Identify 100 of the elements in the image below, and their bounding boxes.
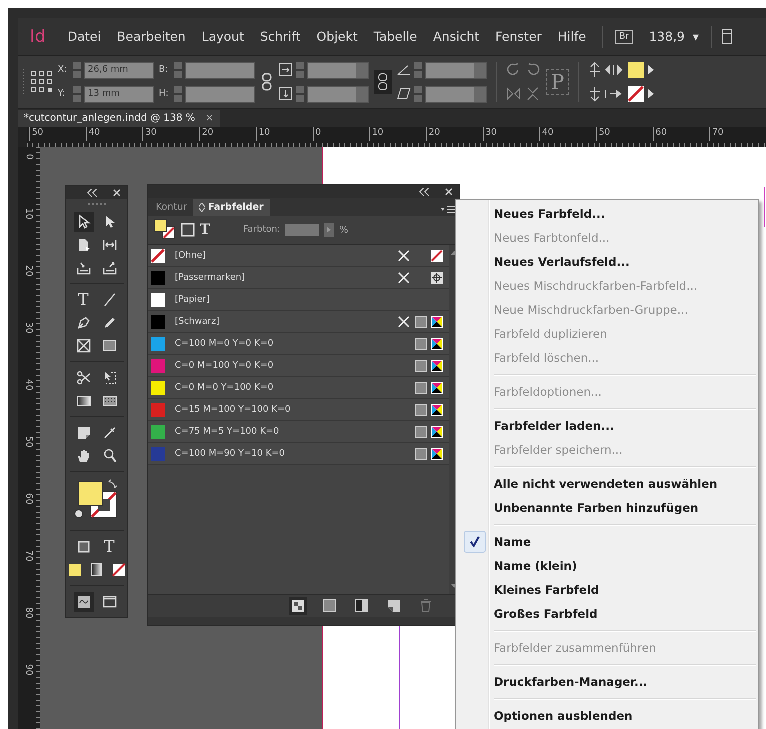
ruler-number: 80 bbox=[23, 607, 35, 619]
ruler-number: 40 bbox=[86, 127, 142, 141]
cmyk-icon bbox=[431, 448, 443, 460]
width-field[interactable] bbox=[185, 62, 255, 78]
menu-item[interactable]: Ansicht bbox=[425, 29, 488, 44]
fill-swatch-icon[interactable] bbox=[628, 62, 644, 78]
small-none-swatch-icon[interactable] bbox=[110, 562, 126, 578]
x-field[interactable]: 26,6 mm bbox=[84, 62, 154, 78]
menu-item[interactable]: Name bbox=[456, 530, 758, 554]
distribute-icon[interactable] bbox=[605, 63, 624, 77]
menu-item[interactable]: Druckfarben-Manager... bbox=[456, 670, 758, 694]
close-tab-button[interactable]: × bbox=[205, 110, 214, 127]
constrain-proportions-button[interactable] bbox=[374, 70, 392, 94]
new-swatch-icon[interactable] bbox=[385, 597, 403, 615]
scale-y-dropdown[interactable] bbox=[307, 86, 369, 102]
cmyk-icon bbox=[431, 338, 443, 350]
flip-vertical-icon[interactable] bbox=[525, 86, 541, 102]
ruler-number: 50 bbox=[29, 127, 86, 141]
close-icon[interactable] bbox=[113, 188, 121, 196]
small-fill-swatch-icon[interactable] bbox=[66, 562, 82, 578]
menu-item[interactable]: Optionen ausblenden bbox=[456, 704, 758, 728]
menu-item[interactable]: Unbenannte Farben hinzufügen bbox=[456, 496, 758, 520]
type-tool[interactable]: T bbox=[74, 290, 94, 310]
shear-dropdown[interactable] bbox=[425, 86, 487, 102]
ruler-number: 0 bbox=[23, 154, 35, 160]
ruler-number: 20 bbox=[199, 127, 256, 141]
scale-x-dropdown[interactable] bbox=[307, 62, 369, 78]
x-label: X: bbox=[58, 65, 68, 75]
menu-item[interactable]: Bearbeiten bbox=[109, 29, 194, 44]
swatch-name: [Schwarz] bbox=[175, 316, 220, 326]
text-toggle-button[interactable]: T bbox=[200, 222, 210, 238]
rotation-dropdown[interactable] bbox=[425, 62, 487, 78]
height-field[interactable] bbox=[185, 86, 255, 102]
menu-item[interactable]: Datei bbox=[60, 29, 110, 44]
percent-sign: % bbox=[339, 224, 349, 236]
document-tab[interactable]: *cutcontur_anlegen.indd @ 138 % × bbox=[18, 110, 220, 127]
align-top-icon[interactable] bbox=[588, 62, 602, 78]
process-color-icon bbox=[415, 360, 427, 372]
caret-icon[interactable] bbox=[647, 64, 656, 76]
height-label: H: bbox=[159, 89, 170, 99]
process-color-icon bbox=[415, 426, 427, 438]
ruler-number: 10 bbox=[369, 127, 426, 141]
process-color-icon bbox=[415, 338, 427, 350]
swatch-name: C=15 M=100 Y=100 K=0 bbox=[175, 404, 291, 414]
menu-item[interactable]: Name (klein) bbox=[456, 554, 758, 578]
ruler-number: 10 bbox=[256, 127, 312, 141]
ruler-number: 30 bbox=[142, 127, 200, 141]
small-gradient-icon[interactable] bbox=[88, 562, 104, 578]
menu-item[interactable]: Tabelle bbox=[366, 29, 426, 44]
close-icon[interactable] bbox=[445, 188, 453, 196]
menu-item[interactable]: Kleines Farbfeld bbox=[456, 578, 758, 602]
stroke-none-swatch-icon[interactable] bbox=[628, 86, 644, 102]
layout-icon[interactable] bbox=[722, 28, 732, 44]
tint-label: Farbton: bbox=[243, 225, 280, 235]
formatting-text-button[interactable]: T bbox=[100, 536, 120, 556]
chain-link-icon[interactable] bbox=[260, 72, 274, 92]
ruler-number: 0 bbox=[312, 127, 370, 141]
swatch-name: [Papier] bbox=[175, 294, 210, 304]
none-swatch-icon bbox=[431, 250, 443, 262]
ruler-number: 10 bbox=[23, 208, 35, 220]
ruler-number: 60 bbox=[23, 493, 35, 505]
panel-menu-icon[interactable] bbox=[441, 206, 455, 216]
zoom-value[interactable]: 138,9 bbox=[643, 29, 694, 44]
bridge-button[interactable]: Br bbox=[615, 30, 634, 44]
ruler-number: 30 bbox=[23, 322, 35, 334]
menu-item[interactable]: Alle nicht verwendeten auswählen bbox=[456, 472, 758, 496]
menu-item[interactable]: Objekt bbox=[308, 29, 366, 44]
tint-field[interactable] bbox=[285, 224, 320, 236]
caret-icon[interactable] bbox=[647, 88, 656, 100]
y-label: Y: bbox=[58, 89, 66, 99]
swatch-options-icon[interactable] bbox=[353, 597, 371, 615]
frame-content-glyph[interactable]: P bbox=[546, 69, 570, 95]
menu-item[interactable]: Neues Verlaufsfeld... bbox=[456, 250, 758, 274]
swatch-name: C=75 M=5 Y=100 K=0 bbox=[175, 426, 280, 436]
fill-stroke-swatches[interactable] bbox=[154, 219, 176, 241]
reference-point-icon[interactable] bbox=[31, 71, 53, 93]
menu-item[interactable]: Großes Farbfeld bbox=[456, 602, 758, 626]
flip-horizontal-icon[interactable] bbox=[506, 86, 522, 102]
align-bottom-icon[interactable] bbox=[588, 86, 602, 102]
rotation-angle-icon bbox=[397, 63, 411, 77]
ruler-number: 40 bbox=[539, 127, 596, 141]
menu-item[interactable]: Fenster bbox=[488, 29, 550, 44]
panel-tab[interactable]: Farbfelder bbox=[193, 199, 270, 216]
scale-x-icon bbox=[279, 63, 293, 77]
menu-item[interactable]: Hilfe bbox=[550, 29, 594, 44]
zoom-dropdown-caret[interactable]: ▾ bbox=[693, 30, 704, 44]
swatch-views-icon[interactable] bbox=[289, 597, 307, 615]
normal-view-icon[interactable] bbox=[74, 592, 94, 612]
distribute-icon[interactable] bbox=[605, 87, 624, 101]
panel-tab[interactable]: Kontur bbox=[150, 199, 194, 216]
square-icon[interactable] bbox=[181, 223, 195, 237]
ruler-number: 30 bbox=[482, 127, 540, 141]
menu-item[interactable]: Schrift bbox=[252, 29, 309, 44]
menu-item[interactable]: Neues Farbfeld... bbox=[456, 202, 758, 226]
new-color-group-icon[interactable] bbox=[321, 597, 339, 615]
shear-angle-icon bbox=[397, 87, 411, 101]
menu-item[interactable]: Layout bbox=[194, 29, 252, 44]
y-field[interactable]: 13 mm bbox=[84, 86, 154, 102]
caret-icon[interactable] bbox=[324, 223, 334, 237]
menu-item[interactable]: Farbfelder laden... bbox=[456, 414, 758, 438]
